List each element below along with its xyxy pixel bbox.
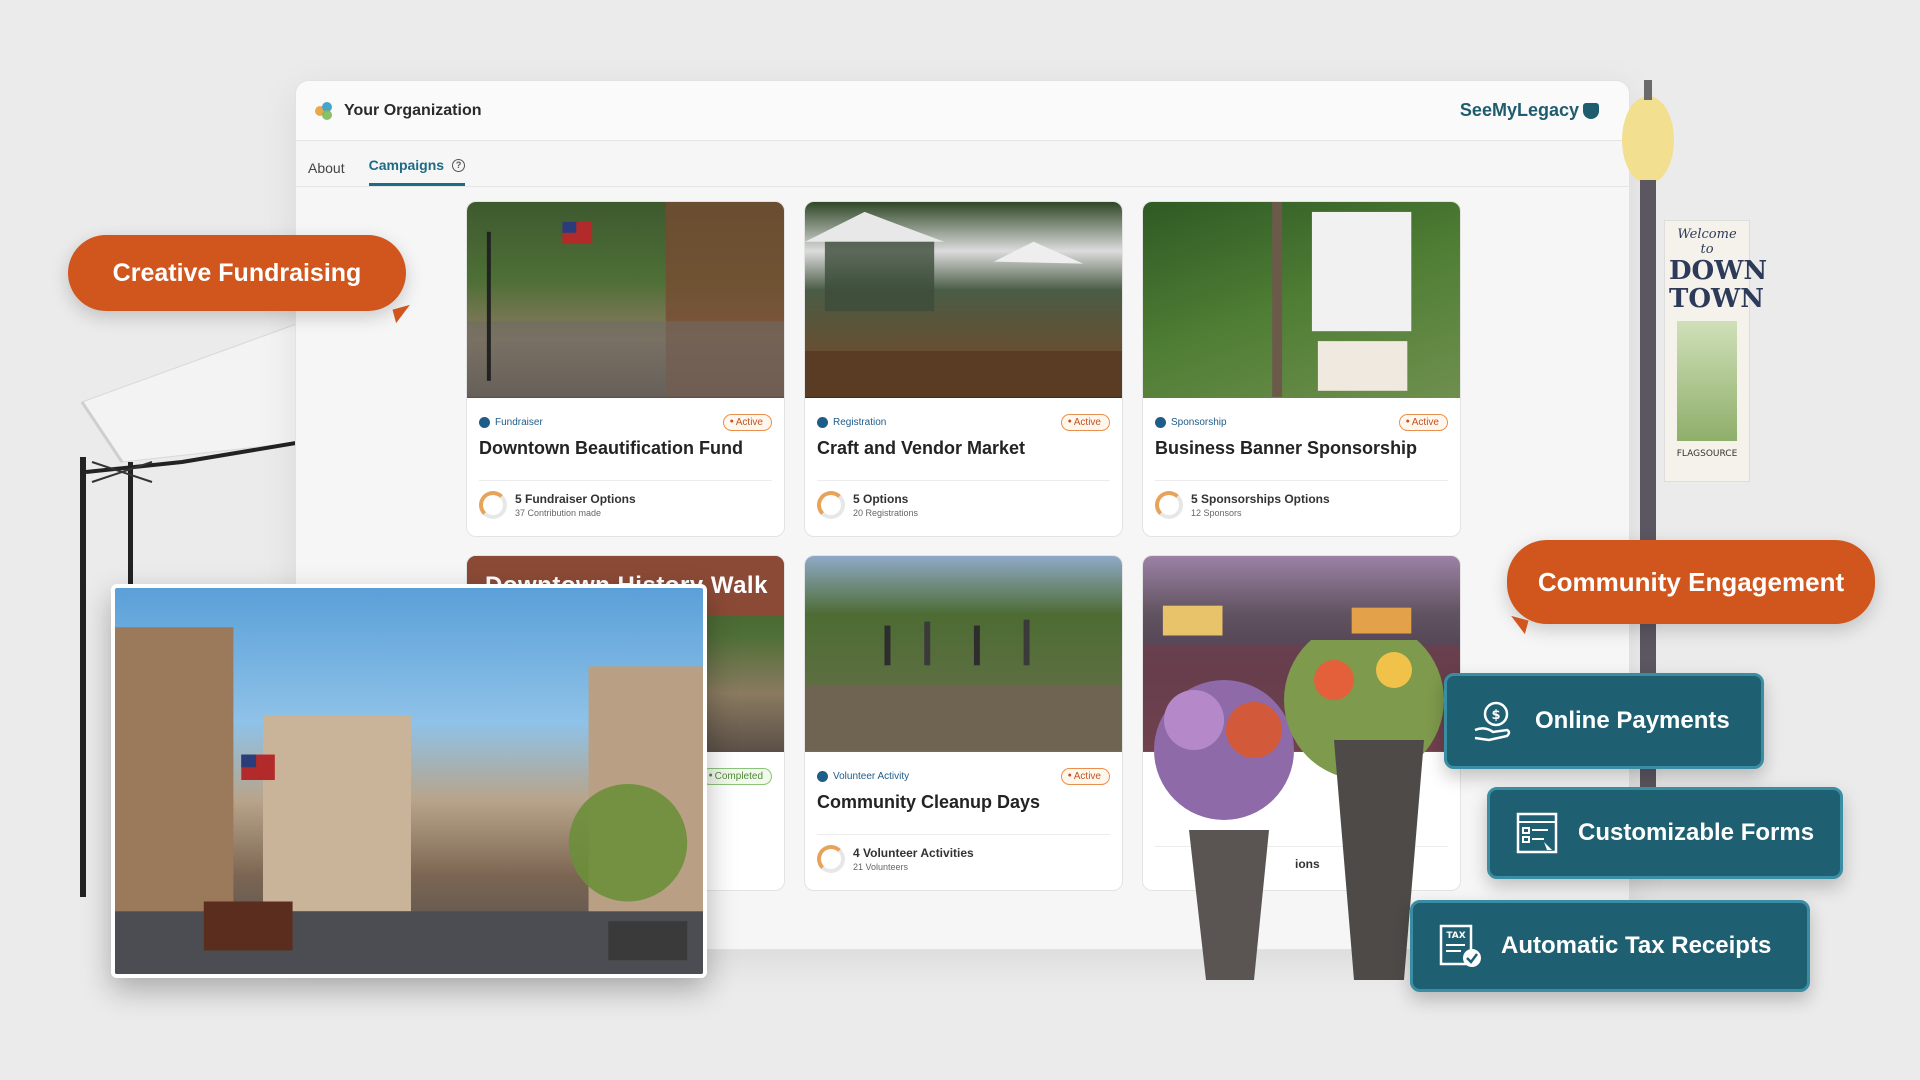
tab-about-label: About (308, 160, 345, 176)
campaign-card[interactable]: Sponsorship Active Business Banner Spons… (1142, 201, 1461, 537)
campaign-title: Downtown Beautification Fund (479, 438, 743, 458)
progress-ring-icon (817, 845, 845, 873)
organization-logo-icon (315, 101, 332, 120)
banner-town: TOWN (1669, 284, 1764, 314)
campaign-image (1143, 202, 1460, 398)
campaign-type: Sponsorship (1155, 416, 1227, 428)
campaign-type-label: Fundraiser (495, 416, 543, 428)
campaign-type-label: Sponsorship (1171, 416, 1227, 428)
status-badge: Active (722, 413, 772, 431)
campaign-type: Volunteer Activity (817, 770, 910, 782)
campaign-count: 20 Registrations (853, 508, 919, 518)
tab-campaigns[interactable]: Campaigns ? (368, 157, 466, 186)
progress-ring-icon (1155, 491, 1183, 519)
tab-about[interactable]: About (308, 160, 345, 186)
customizable-forms-feature: Customizable Forms (1487, 787, 1843, 879)
campaign-image (805, 556, 1122, 752)
banner-illustration (1677, 321, 1737, 441)
online-payments-label: Online Payments (1535, 707, 1730, 734)
online-payments-feature: $ Online Payments (1444, 673, 1764, 769)
svg-text:TAX: TAX (1446, 931, 1465, 941)
card-divider (817, 480, 1110, 481)
campaign-card[interactable]: Registration Active Craft and Vendor Mar… (804, 201, 1123, 537)
svg-text:$: $ (1491, 708, 1500, 723)
customizable-forms-label: Customizable Forms (1578, 819, 1815, 846)
campaign-count: 21 Volunteers (853, 862, 909, 872)
creative-fundraising-callout: Creative Fundraising (68, 235, 406, 311)
campaign-options: 5 Options (853, 492, 909, 506)
community-engagement-label: Community Engagement (1537, 566, 1845, 597)
form-icon (1516, 812, 1558, 854)
hand-money-icon: $ (1474, 701, 1511, 742)
tab-campaigns-label: Campaigns (368, 157, 445, 173)
banner-welcome: Welcome to (1677, 227, 1737, 257)
campaign-options: 4 Volunteer Activities (853, 846, 974, 860)
sponsorship-icon (1155, 416, 1166, 428)
volunteer-icon (817, 770, 828, 782)
downtown-street-photo (111, 584, 707, 978)
community-engagement-callout: Community Engagement (1507, 540, 1875, 624)
tax-receipt-icon: TAX (1439, 924, 1481, 967)
banner-down: DOWN (1669, 256, 1768, 286)
brand-mark-icon (1583, 102, 1599, 119)
campaign-type-label: Registration (833, 416, 887, 428)
card-divider (479, 480, 772, 481)
campaign-card[interactable]: Volunteer Activity Active Community Clea… (804, 555, 1123, 891)
organization[interactable]: Your Organization (312, 99, 481, 123)
campaign-options: 5 Sponsorships Options (1191, 492, 1330, 506)
campaign-image (805, 202, 1122, 398)
tab-bar: About Campaigns ? (296, 141, 1629, 187)
campaign-card[interactable]: Fundraiser Active Downtown Beautificatio… (466, 201, 785, 537)
progress-ring-icon (479, 491, 507, 519)
brand-logo[interactable]: SeeMyLegacy (1460, 100, 1599, 121)
status-badge: Active (1060, 413, 1110, 431)
campaign-options: 5 Fundraiser Options (515, 492, 636, 506)
campaign-type: Registration (817, 416, 887, 428)
app-header: Your Organization SeeMyLegacy (296, 81, 1629, 141)
organization-name: Your Organization (344, 101, 482, 119)
fundraiser-icon (479, 416, 490, 428)
status-badge: Active (1060, 767, 1110, 785)
downtown-banner: Welcome to DOWN TOWN FLAGSOURCE (1664, 220, 1768, 482)
creative-fundraising-label: Creative Fundraising (112, 258, 362, 287)
brand-name: SeeMyLegacy (1459, 100, 1579, 120)
campaign-count: 12 Sponsors (1191, 508, 1242, 518)
campaign-count: 37 Contribution made (515, 508, 602, 518)
campaign-title: Community Cleanup Days (817, 792, 1041, 812)
registration-icon (817, 416, 828, 428)
campaign-type-label: Volunteer Activity (833, 770, 910, 782)
automatic-tax-receipts-feature: TAX Automatic Tax Receipts (1410, 900, 1810, 992)
status-badge: Active (1398, 413, 1448, 431)
status-badge: Completed (701, 767, 772, 785)
campaign-image (467, 202, 784, 398)
card-divider (817, 834, 1110, 835)
automatic-tax-receipts-label: Automatic Tax Receipts (1501, 932, 1772, 959)
banner-credit: FLAGSOURCE (1676, 449, 1738, 459)
progress-ring-icon (817, 491, 845, 519)
help-icon[interactable]: ? (452, 158, 466, 172)
campaign-title: Business Banner Sponsorship (1155, 438, 1418, 458)
campaign-type: Fundraiser (479, 416, 543, 428)
card-divider (1155, 480, 1448, 481)
campaign-title: Craft and Vendor Market (817, 438, 1026, 458)
